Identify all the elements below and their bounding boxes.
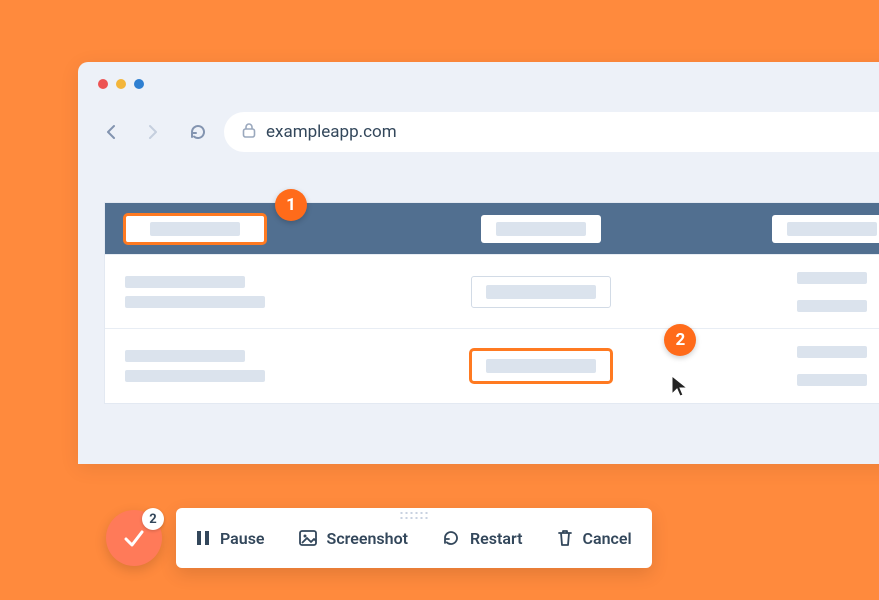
- screenshot-label: Screenshot: [327, 529, 408, 548]
- placeholder-text: [797, 300, 867, 312]
- cancel-label: Cancel: [583, 529, 632, 548]
- cancel-button[interactable]: Cancel: [557, 529, 632, 548]
- placeholder-text: [797, 374, 867, 386]
- header-cell: [125, 215, 376, 243]
- lock-icon: [242, 122, 256, 143]
- cursor-icon: [670, 374, 690, 398]
- cell-value-box[interactable]: [471, 276, 611, 308]
- header-cell-box[interactable]: [772, 215, 879, 243]
- window-titlebar: [78, 62, 879, 106]
- restart-icon: [442, 529, 460, 547]
- placeholder-text: [125, 350, 245, 362]
- placeholder-text: [125, 296, 265, 308]
- pause-label: Pause: [220, 529, 265, 548]
- back-button[interactable]: [98, 118, 126, 146]
- step-marker-1: 1: [275, 189, 307, 221]
- table-cell: 2: [416, 350, 667, 382]
- table-cell: [125, 350, 376, 382]
- maximize-window-icon[interactable]: [134, 79, 144, 89]
- image-icon: [299, 530, 317, 546]
- recorder-status-badge[interactable]: 2: [106, 510, 162, 566]
- table-header-row: [105, 203, 879, 255]
- screenshot-button[interactable]: Screenshot: [299, 529, 408, 548]
- browser-window: exampleapp.com 1: [78, 62, 879, 464]
- pause-button[interactable]: Pause: [196, 529, 265, 548]
- highlighted-header-cell[interactable]: [125, 215, 265, 243]
- highlighted-cell[interactable]: [471, 350, 611, 382]
- data-table: 1: [104, 202, 879, 404]
- check-icon: [121, 525, 147, 551]
- browser-navbar: exampleapp.com: [78, 106, 879, 166]
- close-window-icon[interactable]: [98, 79, 108, 89]
- placeholder-text: [125, 370, 265, 382]
- placeholder-text: [797, 272, 867, 284]
- placeholder-text: [125, 276, 245, 288]
- header-cell-box[interactable]: [481, 215, 601, 243]
- minimize-window-icon[interactable]: [116, 79, 126, 89]
- table-cell: [125, 276, 376, 308]
- table-row: [105, 255, 879, 329]
- reload-button[interactable]: [184, 118, 212, 146]
- url-text: exampleapp.com: [266, 122, 397, 142]
- restart-label: Restart: [470, 529, 523, 548]
- address-bar[interactable]: exampleapp.com: [224, 112, 879, 152]
- restart-button[interactable]: Restart: [442, 529, 523, 548]
- table-cell: [706, 346, 879, 386]
- drag-handle-icon[interactable]: [400, 512, 427, 519]
- header-cell: [416, 215, 667, 243]
- page-content: 1: [78, 166, 879, 464]
- table-cell: [416, 276, 667, 308]
- placeholder-text: [797, 346, 867, 358]
- step-marker-2: 2: [664, 324, 696, 356]
- recorder-toolbar-wrap: 2 Pause Screenshot Restart Cancel: [106, 508, 652, 568]
- pause-icon: [196, 530, 210, 546]
- table-cell: [706, 272, 879, 312]
- header-cell: [706, 215, 879, 243]
- table-row: 2: [105, 329, 879, 403]
- trash-icon: [557, 529, 573, 547]
- recorder-toolbar: Pause Screenshot Restart Cancel: [176, 508, 652, 568]
- step-count-badge: 2: [142, 508, 164, 530]
- forward-button[interactable]: [138, 118, 166, 146]
